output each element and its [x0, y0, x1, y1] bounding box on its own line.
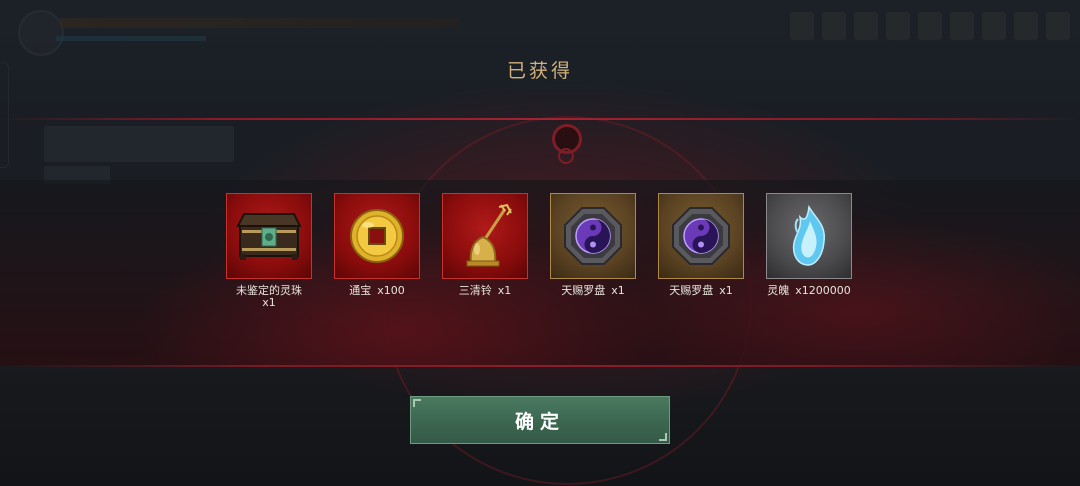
- reward-screen: 已获得 未鉴定的灵珠 x1 通宝 x100 三清铃 x1 天赐罗盘 x1 天赐罗…: [0, 0, 1080, 486]
- reward-slot[interactable]: [334, 193, 420, 279]
- reward-list: 未鉴定的灵珠 x1 通宝 x100 三清铃 x1 天赐罗盘 x1 天赐罗盘 x1…: [226, 193, 852, 309]
- treasure-chest-icon: [236, 213, 302, 260]
- mana-bar: [56, 36, 206, 41]
- reward-label: 通宝 x100: [349, 285, 405, 297]
- header-divider: [0, 118, 1080, 120]
- player-avatar: [18, 10, 64, 56]
- reward-name: 天赐罗盘: [561, 284, 606, 297]
- menu-icon: [950, 12, 974, 40]
- menu-icon: [1014, 12, 1038, 40]
- menu-icon: [1046, 12, 1070, 40]
- reward-item[interactable]: 通宝 x100: [334, 193, 420, 309]
- compass-orb-icon: [564, 207, 622, 265]
- reward-slot[interactable]: [226, 193, 312, 279]
- button-corner-ornament: [659, 433, 667, 441]
- reward-label: 天赐罗盘 x1: [561, 285, 625, 297]
- reward-item[interactable]: 天赐罗盘 x1: [658, 193, 744, 309]
- menu-icon: [822, 12, 846, 40]
- band-divider: [0, 365, 1080, 367]
- reward-slot[interactable]: [766, 193, 852, 279]
- reward-label: 天赐罗盘 x1: [669, 285, 733, 297]
- reward-qty: x1: [719, 284, 733, 297]
- top-menu-icons: [790, 12, 1070, 40]
- reward-qty: x1: [497, 284, 512, 297]
- spirit-flame-icon: [792, 204, 825, 266]
- menu-icon: [854, 12, 878, 40]
- reward-qty: x1: [611, 284, 625, 297]
- reward-slot[interactable]: [442, 193, 528, 279]
- reward-name: 通宝: [349, 284, 372, 297]
- confirm-button-label: 确定: [514, 410, 565, 433]
- reward-label: 灵魄 x1200000: [767, 285, 851, 297]
- reward-slot[interactable]: [658, 193, 744, 279]
- reward-slot[interactable]: [550, 193, 636, 279]
- confirm-button[interactable]: 确定: [410, 396, 670, 444]
- reward-label: 三清铃 x1: [459, 285, 512, 297]
- reward-qty: x1: [262, 296, 276, 309]
- compass-orb-icon: [672, 207, 730, 265]
- reward-label: 未鉴定的灵珠 x1: [226, 285, 312, 309]
- menu-icon: [886, 12, 910, 40]
- reward-name: 天赐罗盘: [669, 284, 714, 297]
- reward-name: 三清铃: [458, 284, 492, 297]
- reward-item[interactable]: 天赐罗盘 x1: [550, 193, 636, 309]
- menu-icon: [790, 12, 814, 40]
- reward-qty: x100: [377, 284, 405, 297]
- button-corner-ornament: [413, 399, 421, 407]
- emblem-ornament-small: [558, 148, 574, 164]
- reward-item[interactable]: 未鉴定的灵珠 x1: [226, 193, 312, 309]
- reward-item[interactable]: 三清铃 x1: [442, 193, 528, 309]
- reward-item[interactable]: 灵魄 x1200000: [766, 193, 852, 309]
- reward-qty: x1200000: [795, 284, 851, 297]
- menu-icon: [918, 12, 942, 40]
- gold-coin-icon: [350, 209, 404, 263]
- dialog-title: 已获得: [506, 60, 573, 82]
- trident-bell-icon: [466, 203, 512, 267]
- menu-icon: [982, 12, 1006, 40]
- health-bar: [60, 18, 460, 28]
- background-quest-panel: [44, 126, 234, 162]
- reward-name: 灵魄: [767, 284, 790, 297]
